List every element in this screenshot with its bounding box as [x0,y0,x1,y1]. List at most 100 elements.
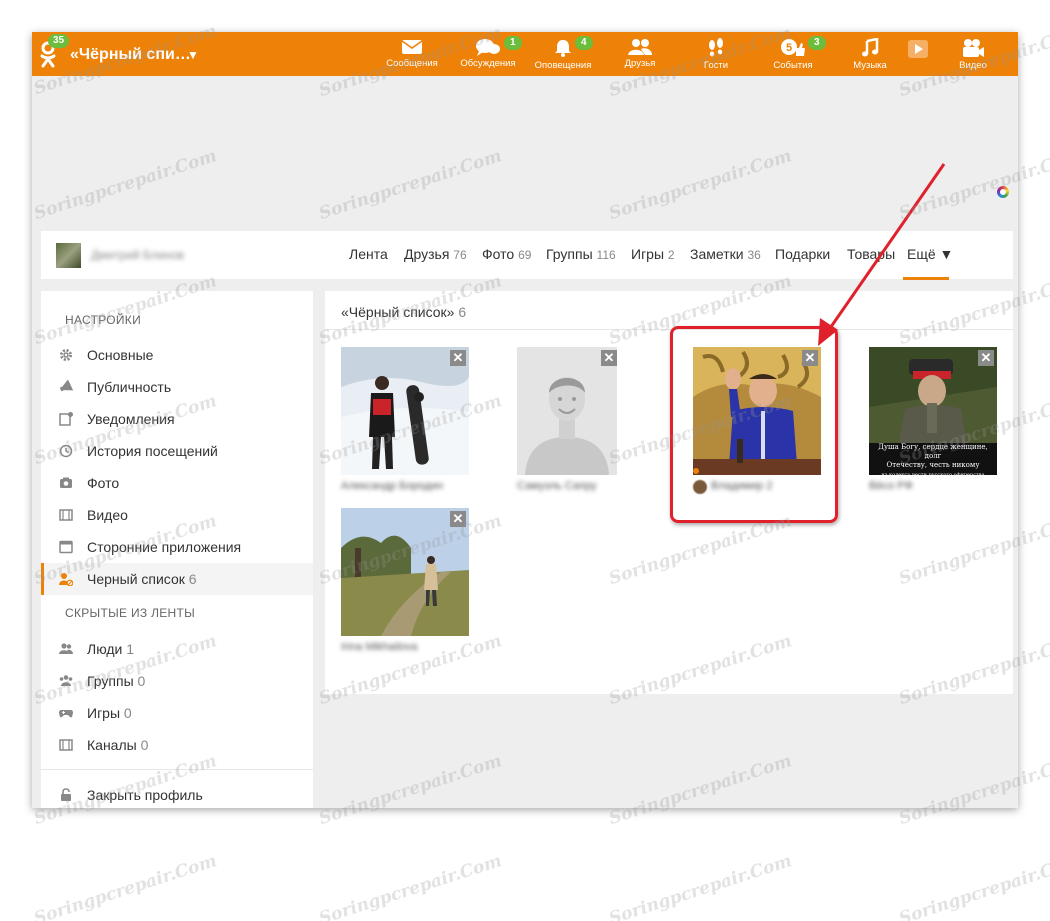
chat-bubbles-icon [476,39,500,56]
highlight-frame [670,326,838,523]
tab-games[interactable]: Игры 2 [631,246,675,262]
tab-friends[interactable]: Друзья 76 [404,246,467,262]
sidebar-item-games[interactable]: Игры 0 [41,697,313,729]
tab-photos[interactable]: Фото 69 [482,246,531,262]
sidebar-item-history[interactable]: История посещений [41,435,313,467]
user-photo[interactable] [341,347,469,475]
blocked-user-icon [59,573,73,586]
history-icon [59,444,73,458]
nav-video[interactable]: Видео [940,36,1006,76]
photo-camera-icon [60,477,72,488]
blacklist-panel: «Чёрный список» 6 ✕ Александр Бородин ✕ … [325,291,1013,694]
app-window: 35 «Чёрный спи… ▼ Сообщения Обсуждения 1… [32,32,1018,808]
user-name[interactable]: Самуэль Сапру [517,480,596,492]
default-avatar-icon[interactable] [517,347,645,475]
tab-more[interactable]: Ещё ▼ [907,246,953,262]
blocked-user-card[interactable]: ✕ Александр Бородин [341,347,469,492]
megaphone-icon [59,380,73,392]
nav-messages[interactable]: Сообщения [379,36,445,76]
nav-label: Обсуждения [460,58,516,69]
nav-label: Гости [703,60,729,71]
sidebar-item-video[interactable]: Видео [41,499,313,531]
remove-button[interactable]: ✕ [601,350,617,366]
sidebar-item-groups[interactable]: Группы 0 [41,665,313,697]
nav-play[interactable] [900,36,936,76]
section-heading: НАСТРОЙКИ [65,313,142,327]
footprints-icon [709,38,723,57]
sidebar-item-people[interactable]: Люди 1 [41,633,313,665]
camera-icon [963,39,984,57]
section-heading: СКРЫТЫЕ ИЗ ЛЕНТЫ [65,606,196,620]
user-photo[interactable] [341,508,469,636]
sidebar-item-blacklist[interactable]: Черный список 6 [41,563,313,595]
user-name[interactable]: Вёсо РФ [869,480,913,492]
blocked-user-card[interactable]: ✕ Самуэль Сапру [517,347,645,492]
settings-sidebar: НАСТРОЙКИ Основные Публичность Уведомлен… [41,291,313,808]
avatar[interactable] [56,243,81,268]
nav-label: Сообщения [386,58,438,69]
app-window-icon [59,540,73,554]
people-icon [59,643,73,654]
friends-icon [628,39,652,55]
tab-groups[interactable]: Группы 116 [546,246,616,262]
tab-gifts[interactable]: Подарки [775,246,830,262]
panel-title: «Чёрный список» 6 [341,304,467,320]
envelope-icon [401,40,423,54]
nav-guests[interactable]: Гости [683,36,749,76]
music-note-icon [862,38,879,57]
top-toolbar: 35 «Чёрный спи… ▼ Сообщения Обсуждения 1… [32,32,1018,76]
nav-friends[interactable]: Друзья [607,36,673,76]
gear-icon [60,349,72,361]
remove-button[interactable]: ✕ [450,511,466,527]
nav-notifications[interactable]: Оповещения 4 [530,36,596,76]
user-name[interactable]: Irina Mikhailova [341,641,417,653]
nav-events[interactable]: 5 События 3 [760,36,826,76]
remove-button[interactable]: ✕ [978,350,994,366]
svg-text:5: 5 [786,42,792,54]
film-icon [59,509,73,521]
profile-name[interactable]: Дмитрий Блинов [91,248,184,262]
channel-icon [59,739,73,751]
like-icon: 5 [781,39,805,56]
divider [41,769,313,770]
color-picker-icon[interactable] [997,186,1009,198]
chevron-down-icon[interactable]: ▼ [187,48,199,62]
groups-icon [59,675,73,686]
bell-icon [555,40,571,57]
blocked-user-card[interactable]: ✕ Irina Mikhailova [341,508,469,653]
nav-badge: 3 [808,36,826,50]
lock-icon [61,788,71,801]
logo-badge: 35 [48,34,70,48]
sidebar-item-general[interactable]: Основные [41,339,313,371]
nav-label: Друзья [624,58,656,69]
nav-label: Оповещения [534,60,592,71]
divider [325,329,1013,330]
close-profile-button[interactable]: Закрыть профиль [41,779,313,808]
user-name[interactable]: Александр Бородин [341,480,443,492]
blocked-user-card[interactable]: Душа Богу, сердце женщине, долг Отечеству… [869,347,997,492]
nav-badge: 1 [504,36,522,50]
remove-button[interactable]: ✕ [450,350,466,366]
tab-goods[interactable]: Товары [847,246,895,262]
sidebar-item-publicity[interactable]: Публичность [41,371,313,403]
page-title[interactable]: «Чёрный спи… [70,46,191,64]
gamepad-icon [59,710,73,718]
active-tab-indicator [903,277,949,280]
nav-music[interactable]: Музыка [837,36,903,76]
sidebar-item-photo[interactable]: Фото [41,467,313,499]
user-photo[interactable]: Душа Богу, сердце женщине, долг Отечеству… [869,347,997,475]
tab-notes[interactable]: Заметки 36 [690,246,761,262]
nav-badge: 4 [575,36,593,50]
sidebar-item-apps[interactable]: Сторонние приложения [41,531,313,563]
sidebar-item-channels[interactable]: Каналы 0 [41,729,313,761]
notification-icon [59,412,73,426]
profile-nav: Дмитрий Блинов Лента Друзья 76 Фото 69 Г… [41,231,1013,280]
play-icon [908,40,928,58]
nav-label: События [773,60,813,71]
sidebar-item-notifications[interactable]: Уведомления [41,403,313,435]
nav-label: Видео [959,60,987,71]
tab-feed[interactable]: Лента [349,246,388,262]
nav-discussions[interactable]: Обсуждения 1 [455,36,522,76]
photo-caption: Душа Богу, сердце женщине, долг Отечеству… [878,443,988,475]
nav-label: Музыка [853,60,887,71]
